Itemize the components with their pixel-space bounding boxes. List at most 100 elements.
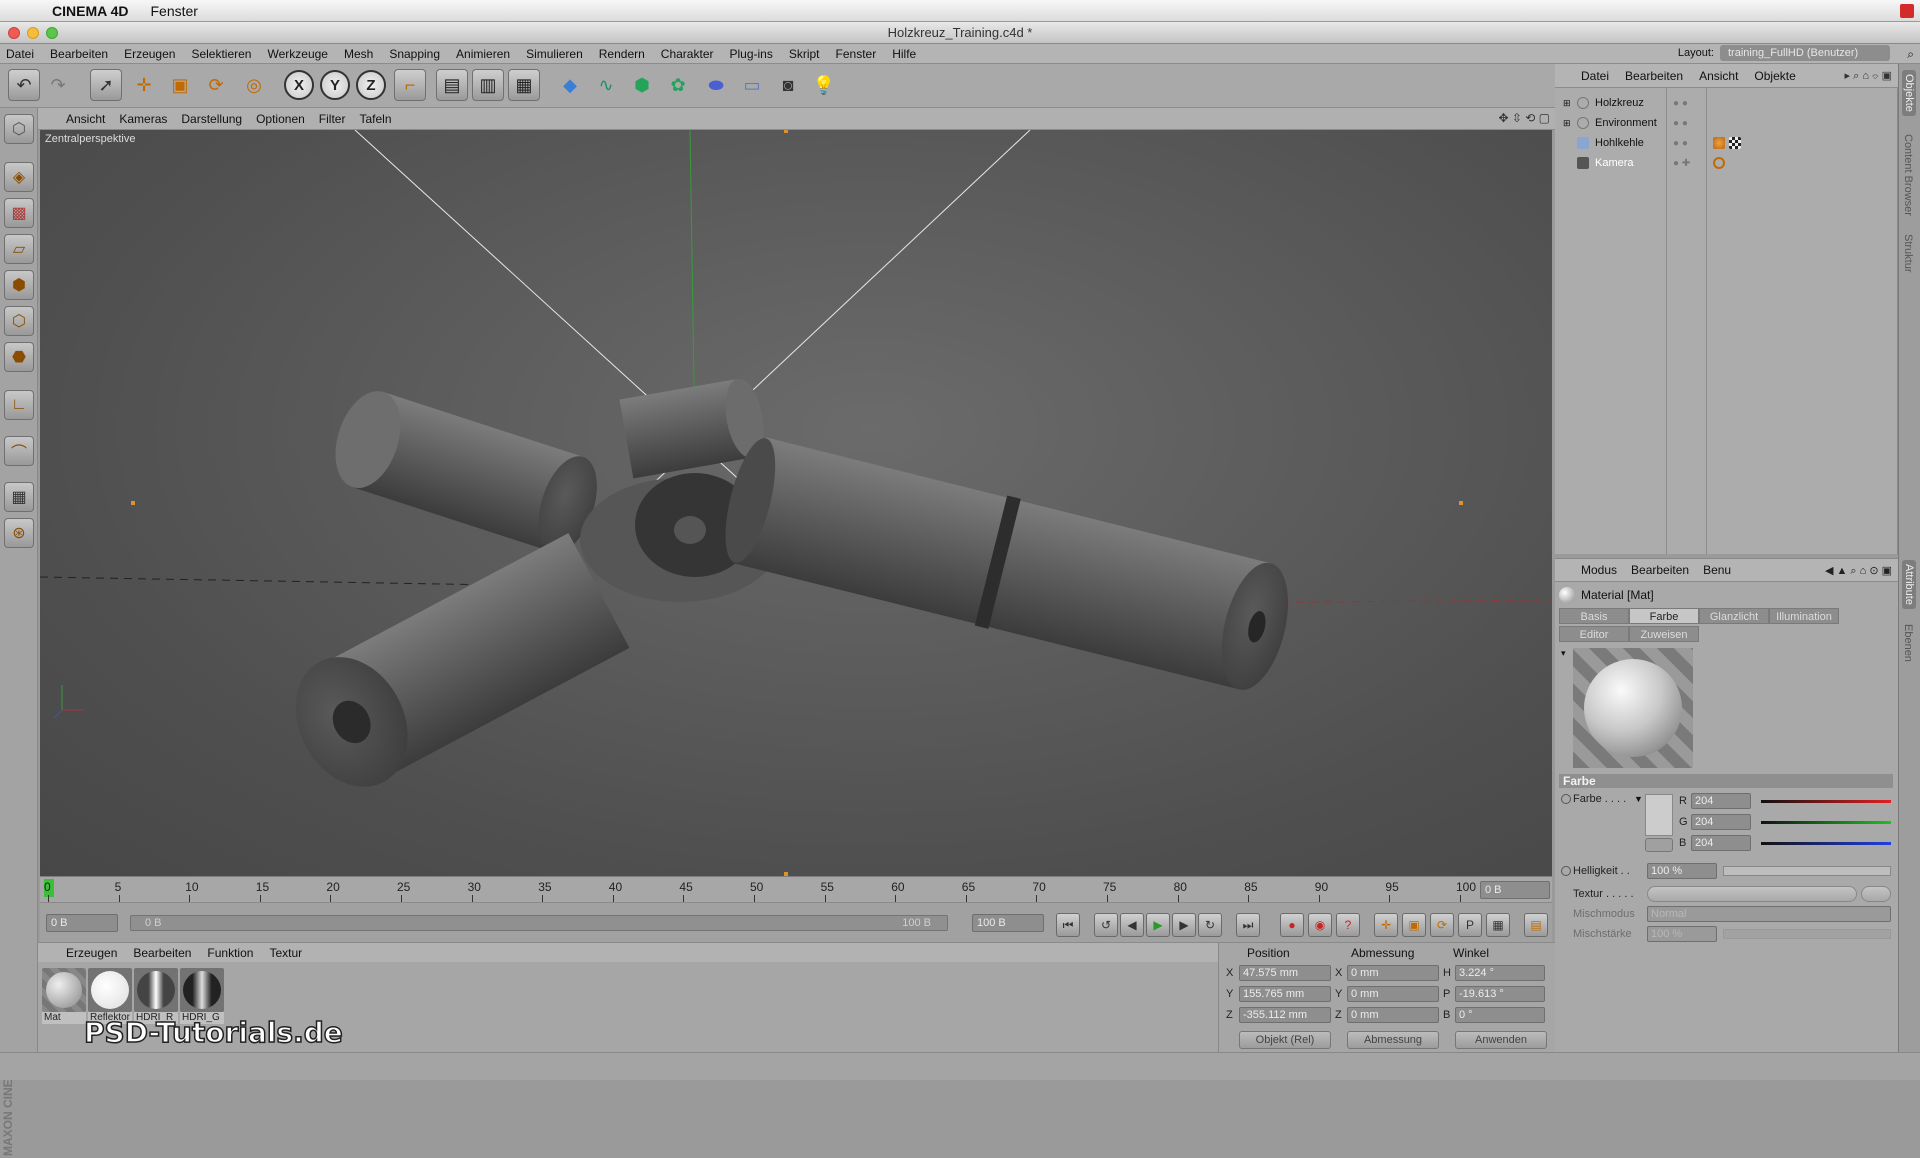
scale-tool-icon[interactable]: ▣ xyxy=(164,69,196,101)
menu-animieren[interactable]: Animieren xyxy=(456,47,510,61)
menu-datei[interactable]: Datei xyxy=(6,47,34,61)
color-swatch[interactable] xyxy=(1645,794,1673,836)
mischstaerke-field[interactable]: 100 % xyxy=(1647,926,1717,942)
render-picture-viewer-icon[interactable]: ▥ xyxy=(472,69,504,101)
key-pla-icon[interactable]: ▦ xyxy=(1486,913,1510,937)
object-row-selected[interactable]: Kamera ● ✚ xyxy=(1563,154,1898,172)
r-slider[interactable] xyxy=(1761,800,1891,803)
prev-frame-icon[interactable]: ◀ xyxy=(1120,913,1144,937)
deformer-icon[interactable]: ⬬ xyxy=(700,69,732,101)
spline-pen-icon[interactable]: ∿ xyxy=(590,69,622,101)
r-field[interactable]: 204 xyxy=(1691,793,1751,809)
side-tab-struktur[interactable]: Struktur xyxy=(1902,234,1914,273)
floor-icon[interactable]: ▭ xyxy=(736,69,768,101)
phong-tag-icon[interactable] xyxy=(1713,137,1725,149)
object-row[interactable]: Hohlkehle ● ● xyxy=(1563,134,1898,152)
textur-field[interactable] xyxy=(1647,886,1857,902)
viewport-menu-darstellung[interactable]: Darstellung xyxy=(181,112,242,126)
expand-icon[interactable]: ⊞ xyxy=(1563,118,1571,129)
menu-hilfe[interactable]: Hilfe xyxy=(892,47,916,61)
key-position-icon[interactable]: ✛ xyxy=(1374,913,1398,937)
start-frame-field[interactable]: 0 B xyxy=(46,914,118,932)
g-field[interactable]: 204 xyxy=(1691,814,1751,830)
keyframe-help-icon[interactable]: ? xyxy=(1336,913,1360,937)
mischstaerke-slider[interactable] xyxy=(1723,929,1891,939)
rot-p-field[interactable]: -19.613 ° xyxy=(1455,986,1545,1002)
obj-menu-datei[interactable]: Datei xyxy=(1581,69,1609,83)
menu-selektieren[interactable]: Selektieren xyxy=(191,47,251,61)
end-frame-field[interactable]: 100 B xyxy=(972,914,1044,932)
pos-z-field[interactable]: -355.112 mm xyxy=(1239,1007,1331,1023)
rot-h-field[interactable]: 3.224 ° xyxy=(1455,965,1545,981)
menu-rendern[interactable]: Rendern xyxy=(599,47,645,61)
mat-menu-bearbeiten[interactable]: Bearbeiten xyxy=(133,946,191,960)
recent-tool-icon[interactable]: ◎ xyxy=(238,69,270,101)
close-window-icon[interactable] xyxy=(8,27,20,39)
g-slider[interactable] xyxy=(1761,821,1891,824)
material-preview[interactable] xyxy=(1573,648,1693,768)
menu-simulieren[interactable]: Simulieren xyxy=(526,47,583,61)
mat-menu-funktion[interactable]: Funktion xyxy=(207,946,253,960)
timeline-ruler[interactable]: 0 5 10 15 20 25 30 35 40 45 50 55 60 65 70 75 80 85 90 95 10… xyxy=(40,876,1552,902)
tab-glanzlicht[interactable]: Glanzlicht xyxy=(1699,608,1769,624)
zoom-window-icon[interactable] xyxy=(46,27,58,39)
render-view-icon[interactable]: ▤ xyxy=(436,69,468,101)
rotate-tool-icon[interactable]: ⟳ xyxy=(200,69,232,101)
edges-mode-icon[interactable]: ⬡ xyxy=(4,306,34,336)
current-frame-field[interactable]: 0 B xyxy=(1480,881,1550,899)
helligkeit-field[interactable]: 100 % xyxy=(1647,863,1717,879)
key-scale-icon[interactable]: ▣ xyxy=(1402,913,1426,937)
frame-range-slider[interactable]: 0 B 100 B xyxy=(130,915,948,931)
redo-icon[interactable]: ↷ xyxy=(42,69,74,101)
minimize-window-icon[interactable] xyxy=(27,27,39,39)
color-picker-button[interactable] xyxy=(1645,838,1673,852)
protection-tag-icon[interactable] xyxy=(1713,157,1725,169)
cube-primitive-icon[interactable]: ◆ xyxy=(554,69,586,101)
visibility-dots[interactable]: ● ● xyxy=(1673,138,1688,149)
coordinate-system-icon[interactable]: ⌐ xyxy=(394,69,426,101)
side-tab-content-browser[interactable]: Content Browser xyxy=(1902,134,1914,216)
texture-mode-icon[interactable]: ▩ xyxy=(4,198,34,228)
visibility-dots[interactable]: ● ● xyxy=(1673,98,1688,109)
menu-bearbeiten[interactable]: Bearbeiten xyxy=(50,47,108,61)
visibility-dots[interactable]: ● ● xyxy=(1673,118,1688,129)
app-menu[interactable]: CINEMA 4D xyxy=(52,3,129,19)
expand-icon[interactable]: ⊞ xyxy=(1563,98,1571,109)
collapse-icon[interactable]: ▾ xyxy=(1561,648,1566,659)
workplane-mode-icon[interactable]: ▱ xyxy=(4,234,34,264)
workplane-lock-icon[interactable]: ⊛ xyxy=(4,518,34,548)
menu-erzeugen[interactable]: Erzeugen xyxy=(124,47,175,61)
tab-illumination[interactable]: Illumination xyxy=(1769,608,1839,624)
goto-next-key-icon[interactable]: ↻ xyxy=(1198,913,1222,937)
search-icon[interactable]: ⌕ xyxy=(1907,47,1914,62)
textur-options-button[interactable] xyxy=(1861,886,1891,902)
points-mode-icon[interactable]: ⬢ xyxy=(4,270,34,300)
mischmodus-dropdown[interactable]: Normal xyxy=(1647,906,1891,922)
polygons-mode-icon[interactable]: ⬣ xyxy=(4,342,34,372)
snap-icon[interactable]: ▦ xyxy=(4,482,34,512)
tab-basis[interactable]: Basis xyxy=(1559,608,1629,624)
pos-y-field[interactable]: 155.765 mm xyxy=(1239,986,1331,1002)
model-mode-icon[interactable]: ◈ xyxy=(4,162,34,192)
play-icon[interactable]: ▶ xyxy=(1146,913,1170,937)
key-parameter-icon[interactable]: P xyxy=(1458,913,1482,937)
menu-plugins[interactable]: Plug-ins xyxy=(729,47,772,61)
b-slider[interactable] xyxy=(1761,842,1891,845)
side-tab-attribute[interactable]: Attribute xyxy=(1902,560,1916,609)
attribute-nav-icons[interactable]: ◀ ▲ ⌕ ⌂ ⊙ ▣ xyxy=(1825,564,1892,578)
viewport-menu-optionen[interactable]: Optionen xyxy=(256,112,305,126)
window-menu[interactable]: Fenster xyxy=(151,3,198,19)
next-frame-icon[interactable]: ▶ xyxy=(1172,913,1196,937)
x-axis-toggle[interactable]: X xyxy=(284,70,314,100)
side-tab-objekte[interactable]: Objekte xyxy=(1902,70,1916,116)
attr-menu-benutzer[interactable]: Benu xyxy=(1703,563,1731,577)
goto-start-icon[interactable]: ⏮ xyxy=(1056,913,1080,937)
viewport-navigation-icons[interactable]: ✥ ⇳ ⟲ ▢ xyxy=(1498,111,1550,125)
tweak-mode-icon[interactable]: ⌒ xyxy=(4,436,34,466)
obj-menu-bearbeiten[interactable]: Bearbeiten xyxy=(1625,69,1683,83)
object-manager-tools-icons[interactable]: ▸ ⌕ ⌂ ⌔ ▣ xyxy=(1845,69,1892,83)
viewport-menu-ansicht[interactable]: Ansicht xyxy=(66,112,105,126)
object-row[interactable]: ⊞ Environment ● ● xyxy=(1563,114,1898,132)
menu-mesh[interactable]: Mesh xyxy=(344,47,373,61)
size-mode-dropdown[interactable]: Abmessung xyxy=(1347,1031,1439,1049)
